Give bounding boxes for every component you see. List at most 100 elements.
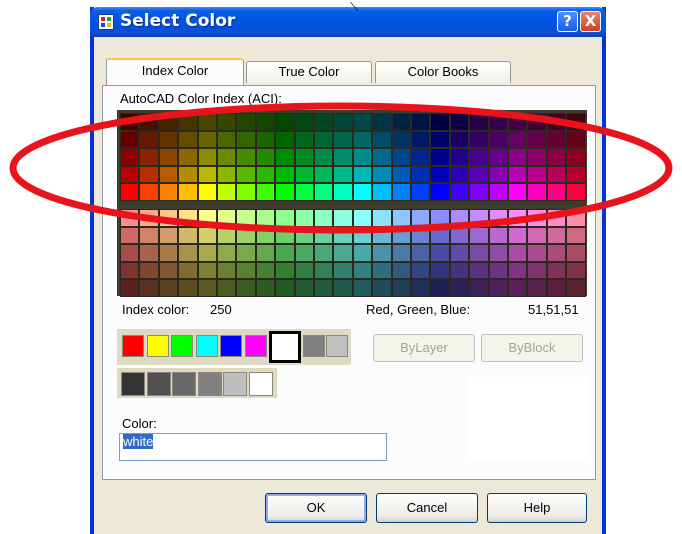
aci-swatch[interactable]	[508, 183, 528, 201]
color-name-input[interactable]: white	[119, 433, 387, 461]
aci-swatch[interactable]	[139, 113, 159, 131]
aci-swatch[interactable]	[197, 130, 217, 149]
aci-swatch[interactable]	[333, 113, 353, 131]
aci-swatch[interactable]	[178, 148, 198, 166]
aci-swatch[interactable]	[372, 226, 392, 245]
aci-swatch[interactable]	[546, 226, 567, 245]
aci-swatch[interactable]	[197, 183, 217, 201]
aci-swatch[interactable]	[158, 130, 179, 149]
aci-swatch[interactable]	[236, 279, 256, 297]
aci-swatch[interactable]	[120, 130, 140, 149]
aci-swatch[interactable]	[527, 226, 547, 245]
aci-swatch[interactable]	[449, 113, 470, 131]
aci-swatch[interactable]	[391, 113, 411, 131]
aci-swatch[interactable]	[236, 209, 256, 227]
aci-swatch[interactable]	[566, 261, 586, 280]
cancel-button[interactable]: Cancel	[376, 493, 478, 523]
aci-swatch[interactable]	[352, 226, 373, 245]
aci-swatch[interactable]	[158, 226, 179, 245]
aci-swatch[interactable]	[488, 279, 508, 297]
aci-swatch[interactable]	[139, 209, 159, 227]
aci-swatch[interactable]	[449, 261, 470, 280]
aci-swatch[interactable]	[430, 148, 450, 166]
aci-swatch[interactable]	[527, 279, 547, 297]
aci-swatch[interactable]	[488, 226, 508, 245]
aci-swatch[interactable]	[546, 148, 567, 166]
aci-swatch[interactable]	[449, 183, 470, 201]
aci-swatch[interactable]	[158, 113, 179, 131]
aci-swatch[interactable]	[411, 148, 431, 166]
aci-swatch[interactable]	[314, 209, 334, 227]
aci-swatch[interactable]	[391, 244, 411, 262]
aci-swatch[interactable]	[275, 165, 295, 184]
aci-swatch[interactable]	[255, 261, 276, 280]
gray-shade-swatch[interactable]	[223, 372, 247, 396]
aci-swatch[interactable]	[158, 165, 179, 184]
aci-swatch[interactable]	[294, 261, 314, 280]
aci-swatch[interactable]	[139, 130, 159, 149]
aci-swatch[interactable]	[411, 113, 431, 131]
aci-swatch[interactable]	[158, 183, 179, 201]
gray-shade-swatch[interactable]	[172, 372, 196, 396]
aci-swatch[interactable]	[546, 183, 567, 201]
aci-swatch[interactable]	[372, 113, 392, 131]
aci-swatch[interactable]	[275, 244, 295, 262]
aci-swatch[interactable]	[294, 279, 314, 297]
aci-swatch[interactable]	[546, 261, 567, 280]
aci-swatch[interactable]	[314, 183, 334, 201]
aci-swatch[interactable]	[333, 183, 353, 201]
aci-swatch[interactable]	[488, 244, 508, 262]
standard-color-swatch[interactable]	[220, 335, 242, 357]
aci-swatch[interactable]	[217, 209, 237, 227]
aci-swatch[interactable]	[391, 183, 411, 201]
aci-swatch[interactable]	[275, 130, 295, 149]
aci-swatch[interactable]	[236, 226, 256, 245]
aci-swatch[interactable]	[352, 244, 373, 262]
aci-swatch[interactable]	[352, 261, 373, 280]
aci-swatch[interactable]	[333, 148, 353, 166]
aci-swatch[interactable]	[217, 148, 237, 166]
aci-swatch[interactable]	[566, 209, 586, 227]
aci-swatch[interactable]	[488, 209, 508, 227]
aci-swatch[interactable]	[294, 183, 314, 201]
aci-swatch[interactable]	[294, 130, 314, 149]
aci-swatch[interactable]	[217, 226, 237, 245]
aci-swatch[interactable]	[197, 113, 217, 131]
aci-swatch[interactable]	[372, 148, 392, 166]
tab-index-color[interactable]: Index Color	[106, 58, 244, 85]
aci-swatch[interactable]	[372, 261, 392, 280]
aci-swatch[interactable]	[546, 130, 567, 149]
aci-swatch[interactable]	[197, 244, 217, 262]
aci-swatch[interactable]	[139, 226, 159, 245]
aci-swatch[interactable]	[372, 209, 392, 227]
aci-swatch[interactable]	[449, 148, 470, 166]
aci-swatch[interactable]	[120, 113, 140, 131]
aci-swatch[interactable]	[527, 183, 547, 201]
aci-swatch[interactable]	[236, 261, 256, 280]
aci-swatch[interactable]	[255, 209, 276, 227]
aci-swatch[interactable]	[352, 148, 373, 166]
aci-swatch[interactable]	[469, 130, 489, 149]
aci-swatch[interactable]	[158, 148, 179, 166]
aci-swatch[interactable]	[508, 113, 528, 131]
aci-swatch[interactable]	[449, 165, 470, 184]
aci-swatch[interactable]	[488, 148, 508, 166]
aci-swatch[interactable]	[469, 226, 489, 245]
aci-swatch[interactable]	[430, 209, 450, 227]
aci-swatch[interactable]	[158, 209, 179, 227]
aci-swatch[interactable]	[372, 244, 392, 262]
aci-swatch[interactable]	[430, 279, 450, 297]
aci-swatch[interactable]	[275, 279, 295, 297]
aci-swatch[interactable]	[430, 130, 450, 149]
aci-swatch[interactable]	[333, 226, 353, 245]
aci-swatch[interactable]	[294, 165, 314, 184]
aci-swatch[interactable]	[449, 226, 470, 245]
aci-swatch[interactable]	[158, 261, 179, 280]
aci-swatch[interactable]	[352, 183, 373, 201]
aci-swatch[interactable]	[508, 130, 528, 149]
aci-swatch[interactable]	[391, 148, 411, 166]
aci-swatch[interactable]	[488, 165, 508, 184]
aci-swatch[interactable]	[469, 209, 489, 227]
aci-swatch[interactable]	[275, 226, 295, 245]
ok-button[interactable]: OK	[265, 493, 367, 523]
